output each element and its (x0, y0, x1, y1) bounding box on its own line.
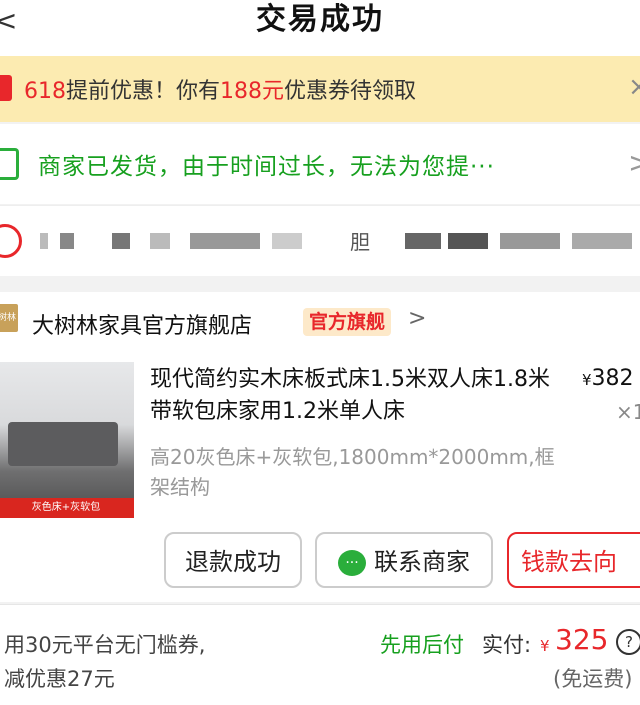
truck-icon (0, 148, 19, 180)
coupon-banner[interactable]: 618提前优惠！你有188元优惠券待领取 × (0, 56, 640, 122)
product-quantity: ×1 (616, 400, 640, 424)
price-value: 382 (591, 366, 634, 391)
price-symbol: ¥ (582, 371, 592, 389)
promo-text-a: 提前优惠！你有 (66, 79, 221, 104)
free-shipping-label: (免运费) (553, 667, 633, 691)
address-char: 胆 (350, 230, 370, 254)
promo-text-b: 优惠券待领取 (284, 79, 417, 104)
header: < 交易成功 (0, 0, 640, 56)
paid-label: 实付: (482, 633, 532, 657)
redacted-text (272, 233, 302, 249)
product-thumbnail[interactable]: 灰色床+灰软包 (0, 362, 134, 518)
coupon-info-line2: 减优惠27元 (4, 667, 115, 691)
redacted-text (40, 233, 48, 249)
redacted-text (448, 233, 488, 249)
coupon-banner-text: 618提前优惠！你有188元优惠券待领取 (24, 73, 416, 105)
payment-summary: 用30元平台无门槛券, 减优惠27元 先用后付 实付: ¥ 325 ? (免运费… (0, 604, 640, 705)
redacted-text (112, 233, 130, 249)
shipping-status-text: 商家已发货，由于时间过长，无法为您提··· (38, 154, 495, 180)
coupon-info-line1: 用30元平台无门槛券, (4, 633, 206, 657)
redacted-text (190, 233, 260, 249)
refund-success-button[interactable]: 退款成功 (164, 532, 302, 588)
product-spec: 高20灰色床+灰软包,1800mm*2000mm,框架结构 (150, 445, 555, 499)
redacted-text (60, 233, 74, 249)
address-row[interactable]: 胆 (0, 205, 640, 276)
redacted-text (150, 233, 170, 249)
location-icon (0, 224, 22, 258)
redacted-text (405, 233, 441, 249)
chat-icon: ··· (338, 550, 366, 576)
bed-image (8, 422, 118, 466)
redacted-text (500, 233, 560, 249)
close-icon[interactable]: × (628, 72, 640, 102)
shipping-status-row[interactable]: 商家已发货，由于时间过长，无法为您提··· > (0, 124, 640, 204)
contact-seller-label: 联系商家 (374, 548, 470, 576)
store-name[interactable]: 大树林家具官方旗舰店 (32, 308, 252, 340)
page-title: 交易成功 (256, 2, 384, 37)
redacted-text (572, 233, 632, 249)
money-destination-button[interactable]: 钱款去向 (507, 532, 640, 588)
coupon-icon (0, 75, 12, 101)
store-logo: 树林 (0, 304, 18, 332)
currency-symbol: ¥ (540, 637, 550, 655)
pay-later-label: 先用后付 (380, 633, 464, 657)
paid-amount: 325 (555, 623, 609, 656)
order-card: 树林 大树林家具官方旗舰店 官方旗舰 > 灰色床+灰软包 现代简约实木床板式床1… (0, 292, 640, 602)
promo-amount: 188元 (220, 79, 285, 104)
product-price: ¥382 (582, 366, 634, 391)
chevron-right-icon[interactable]: > (408, 306, 426, 331)
product-title[interactable]: 现代简约实木床板式床1.5米双人床1.8米带软包床家用1.2米单人床 (150, 364, 570, 428)
thumbnail-caption: 灰色床+灰软包 (0, 498, 134, 518)
help-icon[interactable]: ? (616, 629, 640, 655)
chevron-right-icon: > (628, 146, 640, 179)
promo-tag: 618 (24, 79, 66, 104)
contact-seller-button[interactable]: ··· 联系商家 (315, 532, 493, 588)
official-store-badge: 官方旗舰 (303, 308, 392, 336)
